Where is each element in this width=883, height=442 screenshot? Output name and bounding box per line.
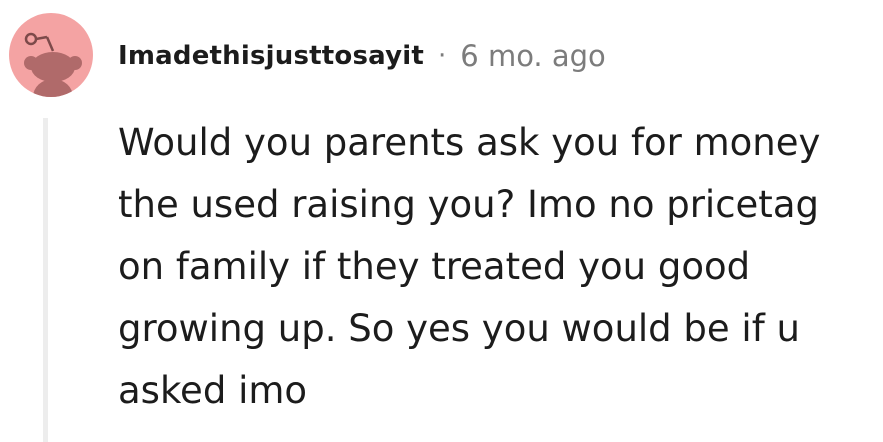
comment-body: Would you parents ask you for money the … (118, 121, 821, 412)
reddit-snoo-icon (24, 32, 82, 97)
comment-meta: Imadethisjusttosayit · 6 mo. ago (118, 36, 606, 76)
avatar[interactable] (9, 13, 93, 97)
thread-collapse-line[interactable] (43, 118, 48, 442)
timestamp-link[interactable]: 6 mo. ago (460, 39, 606, 73)
meta-separator: · (438, 41, 447, 71)
username-link[interactable]: Imadethisjusttosayit (118, 41, 424, 71)
comment: Imadethisjusttosayit · 6 mo. ago Would y… (0, 0, 883, 442)
